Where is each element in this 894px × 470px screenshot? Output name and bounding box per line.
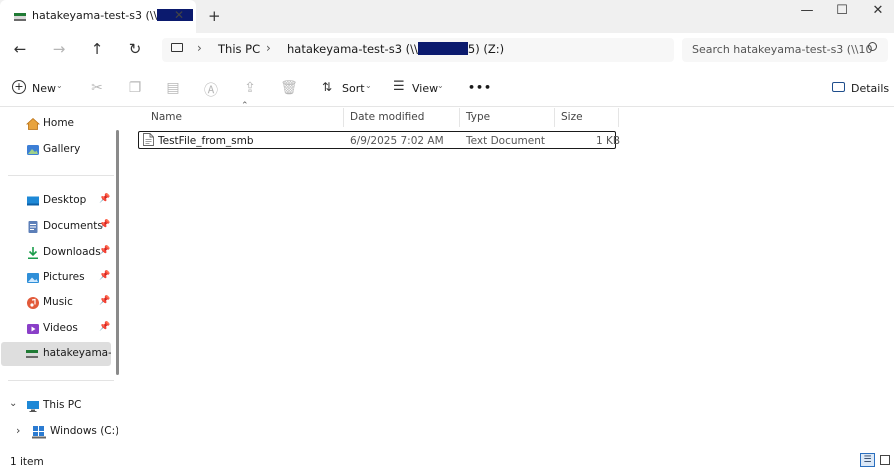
- redaction-bar: [417, 42, 468, 55]
- pin-icon[interactable]: 📌: [99, 271, 110, 281]
- sidebar-divider: [8, 175, 114, 176]
- sidebar-item-label: hatakeyama-test-s3: [43, 347, 111, 359]
- details-pane-icon: [832, 82, 845, 92]
- status-item-count: 1 item: [10, 456, 44, 468]
- delete-icon[interactable]: 🗑: [280, 80, 298, 96]
- sidebar-item-this-pc[interactable]: ⌄ This PC: [0, 394, 112, 418]
- music-icon: [26, 296, 40, 310]
- sidebar-item-label: Home: [43, 117, 75, 129]
- documents-icon: [26, 220, 40, 234]
- download-arrow-icon: [26, 246, 40, 260]
- new-button[interactable]: New: [32, 82, 56, 95]
- chevron-down-icon: ⌄: [365, 81, 372, 90]
- minimize-button[interactable]: —: [798, 3, 816, 19]
- sort-ascending-icon: ⌃: [241, 101, 249, 111]
- sidebar-item-documents[interactable]: Documents 📌: [0, 215, 112, 239]
- large-icons-view-icon[interactable]: [880, 455, 890, 465]
- file-size: 1 KB: [596, 135, 621, 147]
- share-icon[interactable]: ⇪: [241, 80, 259, 96]
- breadcrumb-share[interactable]: hatakeyama-test-s3 (\\ 5) (Z:): [287, 42, 504, 56]
- new-tab-icon[interactable]: +: [208, 7, 221, 25]
- file-date-modified: 6/9/2025 7:02 AM: [350, 135, 444, 147]
- network-drive-icon: [26, 350, 40, 364]
- column-header-name[interactable]: Name: [151, 111, 182, 123]
- forward-arrow-icon[interactable]: →: [48, 38, 70, 60]
- videos-icon: [26, 322, 40, 336]
- chevron-right-icon[interactable]: ›: [16, 424, 20, 437]
- column-header-date-modified[interactable]: Date modified: [350, 111, 424, 123]
- column-divider[interactable]: [459, 108, 460, 127]
- sidebar-item-home[interactable]: Home: [0, 112, 112, 136]
- column-divider[interactable]: [343, 108, 344, 127]
- pin-icon[interactable]: 📌: [99, 296, 110, 306]
- breadcrumb-chevron-icon: ›: [197, 41, 202, 55]
- breadcrumb-share-text: hatakeyama-test-s3 (\\: [287, 42, 418, 56]
- pin-icon[interactable]: 📌: [99, 194, 110, 204]
- sidebar-item-label: Gallery: [43, 143, 81, 155]
- cut-icon[interactable]: ✂: [88, 80, 106, 96]
- sidebar-item-videos[interactable]: Videos 📌: [0, 317, 112, 341]
- tab-title: hatakeyama-test-s3 (\\: [32, 9, 194, 22]
- rename-icon[interactable]: Ⓐ: [202, 80, 220, 100]
- chevron-down-icon: ⌄: [437, 81, 444, 90]
- sidebar-item-gallery[interactable]: Gallery: [0, 138, 112, 162]
- tab-close-icon[interactable]: ✕: [174, 8, 184, 22]
- pin-icon[interactable]: 📌: [99, 220, 110, 230]
- view-lines-icon: ☰: [393, 79, 405, 94]
- this-pc-icon: [26, 399, 40, 413]
- paste-icon[interactable]: ▤: [164, 80, 182, 96]
- refresh-icon[interactable]: ↻: [124, 38, 146, 60]
- gallery-icon: [26, 143, 40, 157]
- chevron-down-icon[interactable]: ⌄: [9, 398, 17, 409]
- windows-drive-icon: [32, 425, 46, 439]
- breadcrumb-this-pc[interactable]: This PC: [218, 42, 260, 56]
- breadcrumb-chevron-icon: ›: [266, 41, 271, 55]
- pin-icon[interactable]: 📌: [99, 322, 110, 332]
- sidebar-item-pictures[interactable]: Pictures 📌: [0, 266, 112, 290]
- copy-icon[interactable]: ❐: [126, 80, 144, 96]
- sidebar-item-share-drive[interactable]: hatakeyama-test-s3: [1, 342, 111, 366]
- column-divider[interactable]: [618, 108, 619, 127]
- details-view-icon[interactable]: ☰: [860, 453, 875, 467]
- column-header-size[interactable]: Size: [561, 111, 583, 123]
- sidebar-item-windows-c[interactable]: › Windows (C:): [0, 420, 118, 444]
- details-button[interactable]: Details: [851, 82, 889, 95]
- sidebar-scrollbar[interactable]: [116, 130, 119, 375]
- column-header-type[interactable]: Type: [466, 111, 490, 123]
- desktop-icon: [26, 194, 40, 208]
- sort-icon: ⇅: [322, 80, 333, 94]
- close-window-button[interactable]: ✕: [869, 3, 887, 19]
- sidebar-divider: [8, 380, 114, 381]
- search-icon: [868, 42, 877, 51]
- search-input[interactable]: Search hatakeyama-test-s3 (\\10: [692, 43, 873, 56]
- pictures-icon: [26, 271, 40, 285]
- pin-icon[interactable]: 📌: [99, 246, 110, 256]
- text-file-icon: [143, 133, 154, 149]
- breadcrumb-share-drive: 5) (Z:): [467, 42, 505, 56]
- column-divider[interactable]: [554, 108, 555, 127]
- view-button[interactable]: View: [412, 82, 438, 95]
- sidebar-item-label: This PC: [43, 399, 82, 411]
- sidebar-item-music[interactable]: Music 📌: [0, 291, 112, 315]
- sidebar-item-downloads[interactable]: Downloads 📌: [0, 241, 112, 265]
- sort-button[interactable]: Sort: [342, 82, 365, 95]
- up-arrow-icon[interactable]: ↑: [86, 38, 108, 60]
- more-options-button[interactable]: •••: [468, 81, 492, 94]
- sidebar-item-desktop[interactable]: Desktop 📌: [0, 189, 112, 213]
- back-arrow-icon[interactable]: ←: [9, 38, 31, 60]
- file-type: Text Document: [466, 135, 545, 147]
- sidebar-item-label: Windows (C:): [50, 425, 118, 437]
- network-drive-icon: [14, 13, 26, 21]
- file-name: TestFile_from_smb: [158, 135, 254, 147]
- tab-active[interactable]: hatakeyama-test-s3 (\\ ✕: [0, 0, 196, 33]
- tab-title-text: hatakeyama-test-s3 (\\: [32, 9, 158, 22]
- chevron-down-icon: ⌄: [56, 81, 63, 90]
- monitor-icon: [171, 43, 183, 52]
- maximize-button[interactable]: ☐: [833, 3, 851, 19]
- new-plus-icon: +: [12, 80, 26, 94]
- home-icon: [25, 117, 41, 131]
